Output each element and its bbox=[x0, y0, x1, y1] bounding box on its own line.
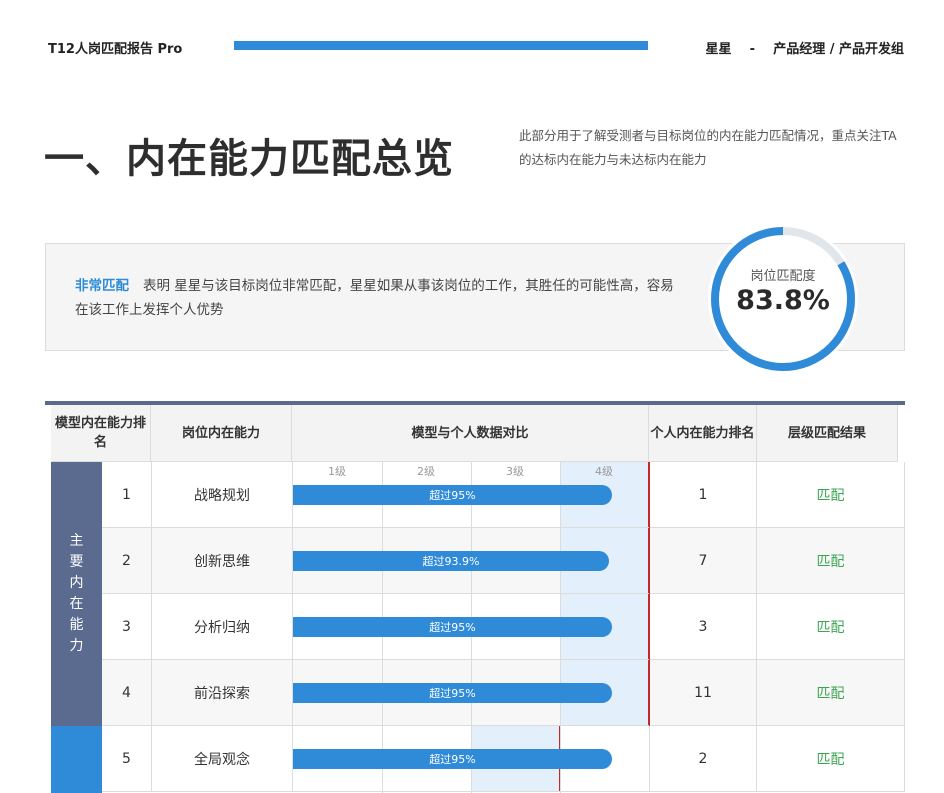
row-model-rank: 2 bbox=[102, 528, 152, 594]
chart-row-line bbox=[293, 527, 649, 528]
gauge-label: 岗位匹配度 bbox=[750, 269, 816, 284]
group-main-label: 主要内在能力 bbox=[69, 533, 84, 654]
percentile-bar: 超过93.9% bbox=[293, 551, 609, 571]
row-model-rank: 5 bbox=[102, 726, 152, 792]
target-level-marker bbox=[648, 594, 650, 660]
report-title: T12人岗匹配报告 Pro bbox=[48, 42, 183, 57]
row-match-result: 匹配 bbox=[757, 528, 905, 594]
row-model-rank: 4 bbox=[102, 660, 152, 726]
chart-row-line bbox=[293, 791, 649, 792]
person-name: 星星 bbox=[705, 42, 732, 57]
header-result: 层级匹配结果 bbox=[757, 405, 898, 462]
row-model-rank: 3 bbox=[102, 594, 152, 660]
compare-chart: 1级 2级 3级 4级超过95% 超过93.9% 超过95% 超过95% 超过95% bbox=[293, 462, 650, 793]
header-separator: - bbox=[749, 42, 756, 57]
percentile-bar: 超过95% bbox=[293, 749, 612, 769]
summary-text: 非常匹配 表明 星星与该目标岗位非常匹配，星星如果从事该岗位的工作，其胜任的可能性… bbox=[75, 274, 685, 322]
row-match-result: 匹配 bbox=[757, 660, 905, 726]
role-name: 产品经理 / 产品开发组 bbox=[773, 42, 904, 57]
header-accent-bar bbox=[234, 41, 648, 50]
chart-row-line bbox=[293, 725, 649, 726]
row-model-rank: 1 bbox=[102, 462, 152, 528]
row-ability-name: 前沿探索 bbox=[152, 660, 293, 726]
summary-description: 表明 星星与该目标岗位非常匹配，星星如果从事该岗位的工作，其胜任的可能性高，容易… bbox=[75, 278, 674, 318]
row-ability-name: 战略规划 bbox=[152, 462, 293, 528]
row-personal-rank: 7 bbox=[649, 528, 757, 594]
report-header: T12人岗匹配报告 Pro 星星 - 产品经理 / 产品开发组 bbox=[0, 0, 944, 90]
chart-row-line bbox=[293, 659, 649, 660]
level-label: 1级 bbox=[328, 465, 346, 478]
target-level-marker bbox=[648, 660, 650, 726]
row-match-result: 匹配 bbox=[757, 726, 905, 792]
level-label: 3级 bbox=[506, 465, 524, 478]
header-ability: 岗位内在能力 bbox=[151, 405, 292, 462]
level-label: 4级 bbox=[595, 465, 613, 478]
header-person-role: 星星 - 产品经理 / 产品开发组 bbox=[706, 38, 904, 57]
header-personal-rank: 个人内在能力排名 bbox=[649, 405, 757, 462]
match-gauge: 岗位匹配度 83.8% bbox=[708, 224, 858, 374]
row-personal-rank: 1 bbox=[649, 462, 757, 528]
target-level-marker bbox=[648, 462, 650, 528]
row-ability-name: 创新思维 bbox=[152, 528, 293, 594]
row-ability-name: 全局观念 bbox=[152, 726, 293, 792]
level-label: 2级 bbox=[417, 465, 435, 478]
ability-table: 模型内在能力排名 岗位内在能力 模型与个人数据对比 个人内在能力排名 层级匹配结… bbox=[45, 401, 905, 793]
percentile-bar: 超过95% bbox=[293, 617, 612, 637]
header-model-rank: 模型内在能力排名 bbox=[51, 405, 151, 462]
match-level: 非常匹配 bbox=[75, 278, 129, 294]
group-main-abilities: 主要内在能力 bbox=[51, 462, 102, 726]
row-personal-rank: 2 bbox=[649, 726, 757, 792]
gauge-value: 83.8% bbox=[736, 285, 830, 316]
row-match-result: 匹配 bbox=[757, 462, 905, 528]
percentile-bar: 超过95% bbox=[293, 683, 612, 703]
header-compare: 模型与个人数据对比 bbox=[292, 405, 649, 462]
group-other-abilities bbox=[51, 726, 102, 793]
percentile-bar: 超过95% bbox=[293, 485, 612, 505]
chart-row-line bbox=[293, 593, 649, 594]
row-match-result: 匹配 bbox=[757, 594, 905, 660]
section-description: 此部分用于了解受测者与目标岗位的内在能力匹配情况，重点关注TA的达标内在能力与未… bbox=[519, 128, 897, 167]
row-ability-name: 分析归纳 bbox=[152, 594, 293, 660]
row-personal-rank: 3 bbox=[649, 594, 757, 660]
target-level-marker bbox=[648, 528, 650, 594]
section-title: 一、内在能力匹配总览 bbox=[44, 136, 454, 182]
row-personal-rank: 11 bbox=[649, 660, 757, 726]
